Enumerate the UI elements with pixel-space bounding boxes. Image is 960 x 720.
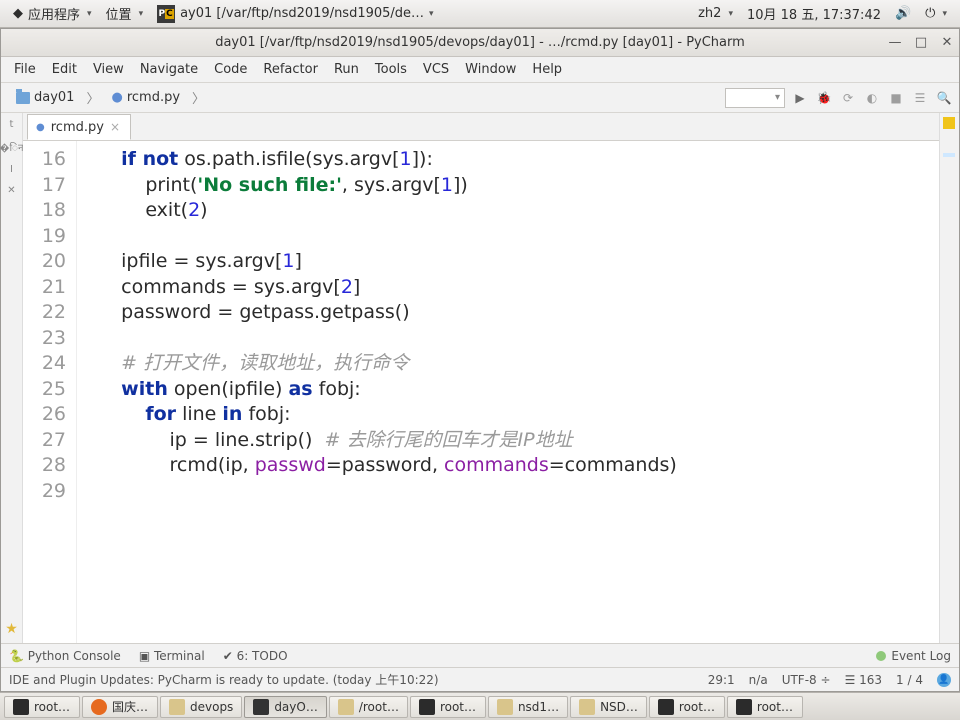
tab-close-icon[interactable]: × bbox=[110, 120, 120, 134]
line-count: ☰ 163 bbox=[845, 673, 882, 687]
stop-button[interactable]: ■ bbox=[887, 89, 905, 107]
firefox-icon bbox=[91, 699, 107, 715]
search-button[interactable]: 🔍 bbox=[935, 89, 953, 107]
gnome-taskbar: root… 国庆… devops dayO… /root… root… nsd1… bbox=[0, 692, 960, 720]
python-console-tab[interactable]: 🐍 Python Console bbox=[9, 649, 121, 663]
task-terminal-1[interactable]: root… bbox=[4, 696, 80, 718]
menu-bar: File Edit View Navigate Code Refactor Ru… bbox=[1, 57, 959, 83]
caret-position[interactable]: 29:1 bbox=[708, 673, 735, 687]
navigation-bar: day01 〉 ●rcmd.py 〉 ▾ ▶ 🐞 ⟳ ◐ ■ ☰ 🔍 bbox=[1, 83, 959, 113]
applications-menu[interactable]: ◆ 应用程序 bbox=[6, 4, 99, 23]
breadcrumb-file[interactable]: ●rcmd.py bbox=[102, 87, 189, 108]
files-icon bbox=[338, 699, 354, 715]
structure-button[interactable]: ☰ bbox=[911, 89, 929, 107]
source-text[interactable]: if not os.path.isfile(sys.argv[1]): prin… bbox=[91, 141, 939, 643]
inspection-warning-icon[interactable] bbox=[943, 117, 955, 129]
files-icon bbox=[497, 699, 513, 715]
memory-indicator-icon[interactable]: 👤 bbox=[937, 673, 951, 687]
files-icon bbox=[579, 699, 595, 715]
task-firefox[interactable]: 国庆… bbox=[82, 696, 158, 718]
run-button[interactable]: ▶ bbox=[791, 89, 809, 107]
gnome-top-bar: ◆ 应用程序 位置 PCay01 [/var/ftp/nsd2019/nsd19… bbox=[0, 0, 960, 28]
editor-tab-rcmd[interactable]: ● rcmd.py × bbox=[27, 114, 131, 140]
maximize-button[interactable]: □ bbox=[913, 35, 929, 50]
menu-edit[interactable]: Edit bbox=[45, 59, 84, 80]
run-config-combo[interactable]: ▾ bbox=[725, 88, 785, 108]
structure-tool-icon[interactable]: �िन bbox=[0, 140, 24, 154]
python-file-icon: ● bbox=[36, 122, 45, 133]
file-encoding[interactable]: UTF-8 ÷ bbox=[782, 673, 831, 687]
left-tool-strip: t �िन I ✕ ★ bbox=[1, 113, 23, 643]
menu-refactor[interactable]: Refactor bbox=[256, 59, 325, 80]
breadcrumb-separator: 〉 bbox=[83, 88, 102, 107]
status-message[interactable]: IDE and Plugin Updates: PyCharm is ready… bbox=[9, 671, 439, 688]
tool-icon[interactable]: ✕ bbox=[7, 185, 15, 196]
marker[interactable] bbox=[943, 153, 955, 157]
close-button[interactable]: ✕ bbox=[939, 35, 955, 50]
minimize-button[interactable]: — bbox=[887, 35, 903, 50]
window-title: day01 [/var/ftp/nsd2019/nsd1905/devops/d… bbox=[215, 35, 745, 50]
pycharm-window: day01 [/var/ftp/nsd2019/nsd1905/devops/d… bbox=[0, 28, 960, 692]
task-terminal-2[interactable]: root… bbox=[410, 696, 486, 718]
event-log-tab[interactable]: Event Log bbox=[876, 649, 951, 663]
favorites-star-icon[interactable]: ★ bbox=[5, 621, 18, 643]
menu-navigate[interactable]: Navigate bbox=[133, 59, 205, 80]
coverage-button[interactable]: ⟳ bbox=[839, 89, 857, 107]
folder-icon bbox=[16, 92, 30, 104]
task-files-2[interactable]: /root… bbox=[329, 696, 408, 718]
power-icon[interactable]: ⏻ bbox=[918, 6, 954, 21]
menu-code[interactable]: Code bbox=[207, 59, 254, 80]
breadcrumb-separator: 〉 bbox=[189, 88, 208, 107]
task-pycharm[interactable]: dayO… bbox=[244, 696, 327, 718]
places-menu[interactable]: 位置 bbox=[99, 4, 151, 23]
input-method[interactable]: zh2 bbox=[691, 6, 740, 21]
editor-tabs: ● rcmd.py × bbox=[23, 113, 939, 141]
terminal-tab[interactable]: ▣ Terminal bbox=[139, 649, 205, 663]
title-bar: day01 [/var/ftp/nsd2019/nsd1905/devops/d… bbox=[1, 29, 959, 57]
task-files-3[interactable]: nsd1… bbox=[488, 696, 568, 718]
status-bar: IDE and Plugin Updates: PyCharm is ready… bbox=[1, 667, 959, 691]
pycharm-icon bbox=[253, 699, 269, 715]
files-icon bbox=[169, 699, 185, 715]
terminal-icon bbox=[736, 699, 752, 715]
event-dot-icon bbox=[876, 651, 886, 661]
taskbar-pycharm-entry[interactable]: PCay01 [/var/ftp/nsd2019/nsd1905/de… ▾ bbox=[150, 5, 440, 23]
menu-help[interactable]: Help bbox=[525, 59, 569, 80]
menu-file[interactable]: File bbox=[7, 59, 43, 80]
clock[interactable]: 10月 18 五, 17:37:42 bbox=[740, 4, 888, 23]
task-files[interactable]: devops bbox=[160, 696, 242, 718]
terminal-icon bbox=[419, 699, 435, 715]
menu-run[interactable]: Run bbox=[327, 59, 366, 80]
fold-gutter[interactable] bbox=[77, 141, 91, 643]
favorites-tool-icon[interactable]: I bbox=[10, 164, 13, 175]
volume-icon[interactable]: 🔊 bbox=[888, 6, 918, 21]
inspection-ratio: 1 / 4 bbox=[896, 673, 923, 687]
task-files-4[interactable]: NSD… bbox=[570, 696, 647, 718]
menu-window[interactable]: Window bbox=[458, 59, 523, 80]
task-terminal-4[interactable]: root… bbox=[727, 696, 803, 718]
menu-tools[interactable]: Tools bbox=[368, 59, 414, 80]
menu-view[interactable]: View bbox=[86, 59, 131, 80]
bottom-tool-tabs: 🐍 Python Console ▣ Terminal ✔ 6: TODO Ev… bbox=[1, 643, 959, 667]
breadcrumb-folder[interactable]: day01 bbox=[7, 87, 83, 108]
pycharm-icon: PC bbox=[157, 5, 175, 23]
terminal-icon bbox=[658, 699, 674, 715]
profile-button[interactable]: ◐ bbox=[863, 89, 881, 107]
python-file-icon: ● bbox=[111, 90, 122, 105]
debug-button[interactable]: 🐞 bbox=[815, 89, 833, 107]
menu-vcs[interactable]: VCS bbox=[416, 59, 456, 80]
terminal-icon bbox=[13, 699, 29, 715]
todo-tab[interactable]: ✔ 6: TODO bbox=[223, 649, 288, 663]
task-terminal-3[interactable]: root… bbox=[649, 696, 725, 718]
error-stripe[interactable] bbox=[939, 113, 959, 643]
project-tool-icon[interactable]: t bbox=[10, 119, 14, 130]
context-info: n/a bbox=[749, 673, 768, 687]
line-number-gutter: 16 17 18 19 20 21 22 23 24 25 26 27 28 2… bbox=[23, 141, 77, 643]
code-editor[interactable]: 16 17 18 19 20 21 22 23 24 25 26 27 28 2… bbox=[23, 141, 939, 643]
